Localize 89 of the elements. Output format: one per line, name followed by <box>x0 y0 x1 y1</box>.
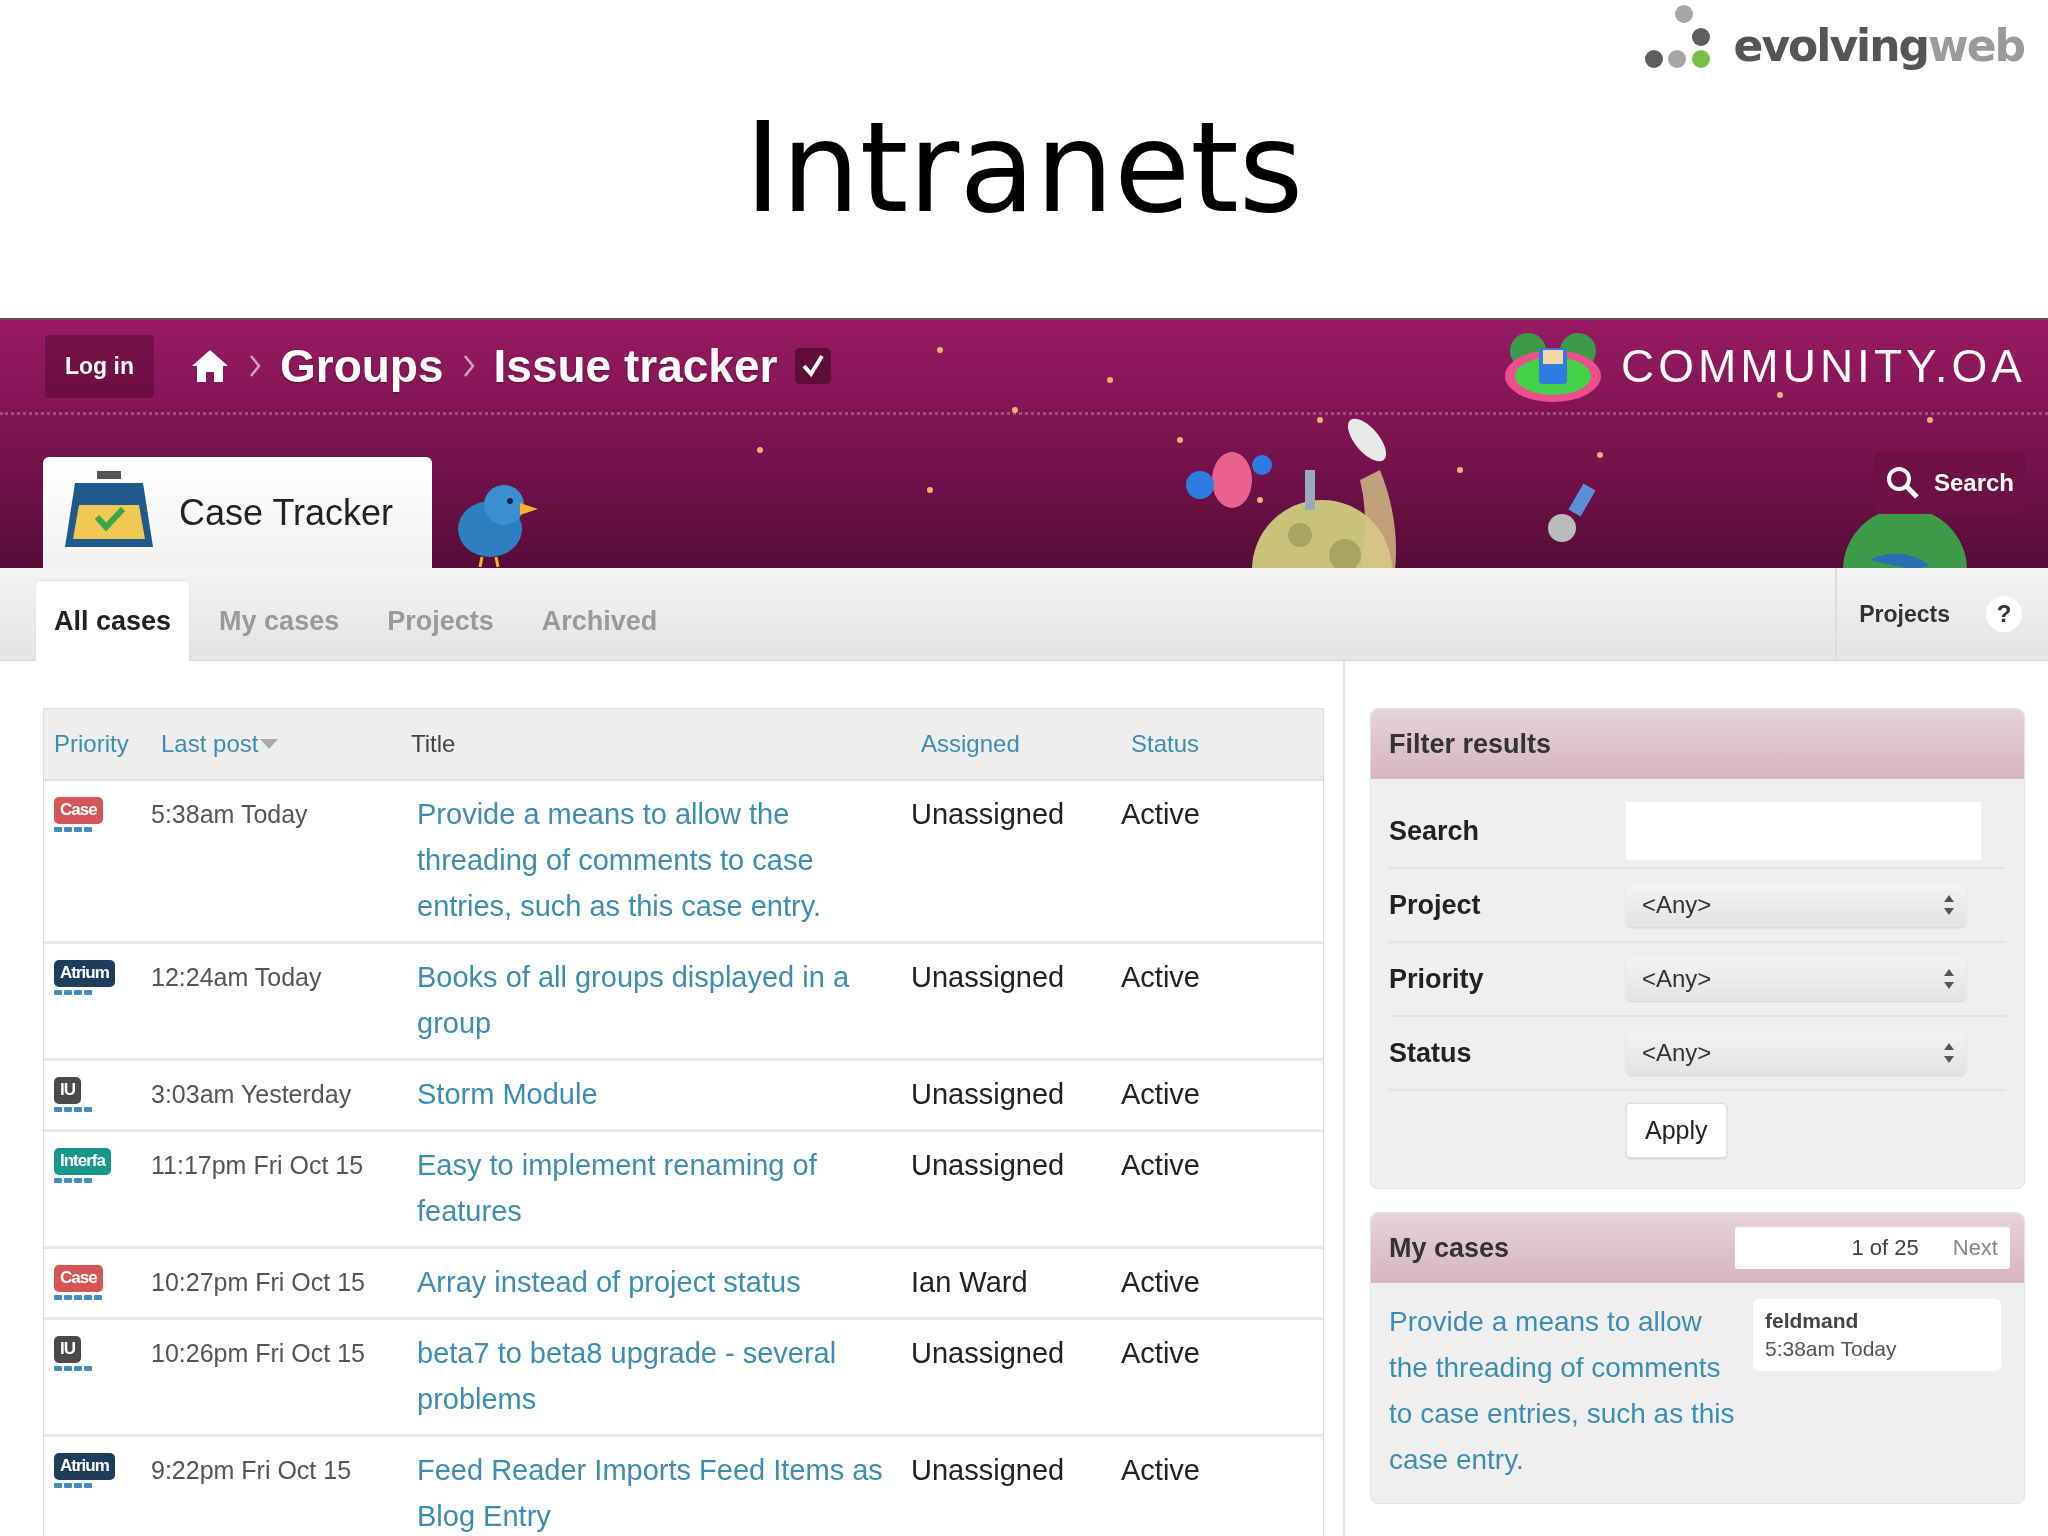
assigned-cell-text: Unassigned <box>911 1336 1066 1371</box>
column-header[interactable]: Status <box>1121 730 1323 758</box>
slide-title: Intranets <box>743 100 1305 237</box>
apply-button[interactable]: Apply <box>1626 1103 1727 1158</box>
user-name: feldmand <box>1765 1309 1860 1333</box>
assigned-cell-text: Unassigned <box>911 1453 1066 1488</box>
field-label: Priority <box>1389 963 1485 995</box>
case-title-link[interactable]: Array instead of project status <box>401 1259 911 1305</box>
star-dot <box>927 487 933 493</box>
home-icon[interactable] <box>190 348 230 384</box>
chevron-icon <box>461 353 476 379</box>
satellite-drawing <box>1548 483 1596 542</box>
assigned-cell-text: Ian Ward <box>911 1265 1029 1300</box>
chevron-icon <box>248 353 262 379</box>
star-dot <box>1457 467 1463 473</box>
case-title-link[interactable]: Storm Module <box>401 1071 911 1117</box>
status-cell-text: Active <box>1121 1077 1201 1112</box>
select-dropdown[interactable]: <Any> <box>1626 957 1966 1001</box>
column-header[interactable]: Assigned <box>911 730 1121 758</box>
projects-link[interactable]: Projects <box>1859 600 1950 628</box>
last-post-time: 5:38am Today <box>151 799 309 830</box>
last-post-time: 9:22pm Fri Oct 15 <box>151 1455 353 1486</box>
status-cell-text: Active <box>1121 1265 1201 1300</box>
status-cell-text: Active <box>1121 1148 1201 1183</box>
logo-text: evolvingweb <box>1733 24 2024 70</box>
case-title-link[interactable]: beta7 to beta8 upgrade - several problems <box>401 1330 911 1422</box>
case-title-link[interactable]: Feed Reader Imports Feed Items as Blog Entry <box>401 1447 911 1536</box>
star-dot <box>757 447 763 453</box>
page-count: 1 of 25 <box>1851 1235 1919 1261</box>
next-link[interactable]: Next <box>1952 1235 1998 1261</box>
project-tag: Atrium <box>54 960 115 987</box>
field-label: Status <box>1389 1037 1473 1069</box>
help-button[interactable]: ? <box>1986 596 2022 632</box>
app-tab-label: Case Tracker <box>179 492 394 534</box>
project-tag: IU <box>54 1077 81 1104</box>
project-tag: Case <box>54 1265 103 1292</box>
project-tag: IU <box>54 1336 81 1363</box>
last-post-time: 10:26pm Fri Oct 15 <box>151 1338 366 1369</box>
star-dot <box>1317 417 1323 423</box>
star-dot <box>1597 452 1603 458</box>
status-cell-text: Active <box>1121 797 1201 832</box>
star-dot <box>1012 407 1018 413</box>
site-name[interactable]: COMMUNITY.OA <box>1621 339 2026 393</box>
star-dot <box>1107 377 1113 383</box>
checkmark-icon[interactable] <box>795 348 832 384</box>
app-tab[interactable]: Case Tracker <box>43 457 432 568</box>
star-dot <box>1257 497 1263 503</box>
sort-arrow-icon <box>260 739 279 749</box>
assigned-cell-text: Unassigned <box>911 1077 1066 1112</box>
project-tag: Case <box>54 797 103 824</box>
search-icon <box>1885 466 1920 500</box>
column-header[interactable]: Title <box>401 730 911 758</box>
assigned-cell-text: Unassigned <box>911 797 1066 832</box>
panel-title: My cases <box>1389 1232 1510 1264</box>
column-header[interactable]: Priority <box>44 730 151 758</box>
select-dropdown[interactable]: <Any> <box>1626 1031 1966 1075</box>
star-dot <box>1927 417 1933 423</box>
case-title-link[interactable]: Provide a means to allow the threading of comments to case entries, such as this case entry. <box>1389 1299 1739 1483</box>
case-title-link[interactable]: Easy to implement renaming of features <box>401 1142 911 1234</box>
field-label: Search <box>1389 815 1481 847</box>
field-label: Project <box>1389 889 1482 921</box>
case-title-link[interactable]: Provide a means to allow the threading of comments to case entries, such as this case entry. <box>401 791 911 929</box>
column-header[interactable]: Last post <box>151 730 401 758</box>
post-time: 5:38am Today <box>1765 1337 1898 1361</box>
tab[interactable]: Projects <box>369 582 512 660</box>
tab[interactable]: My cases <box>201 582 358 660</box>
breadcrumb-link[interactable]: Groups <box>280 339 444 393</box>
search-button[interactable]: Search <box>1873 452 2026 514</box>
star-dot <box>1777 392 1783 398</box>
assigned-cell-text: Unassigned <box>911 1148 1066 1183</box>
star-dot <box>937 347 943 353</box>
tab[interactable]: Archived <box>523 582 676 660</box>
case-title-link[interactable]: Books of all groups displayed in a group <box>401 954 911 1046</box>
status-cell-text: Active <box>1121 1336 1201 1371</box>
status-cell-text: Active <box>1121 960 1201 995</box>
last-post-time: 12:24am Today <box>151 962 323 993</box>
project-tag: Interfa <box>54 1148 111 1175</box>
assigned-cell-text: Unassigned <box>911 960 1066 995</box>
tab[interactable]: All cases <box>36 581 190 661</box>
login-button[interactable]: Log in <box>45 334 154 398</box>
project-tag: Atrium <box>54 1453 115 1480</box>
status-cell-text: Active <box>1121 1453 1201 1488</box>
last-post-time: 10:27pm Fri Oct 15 <box>151 1267 366 1298</box>
panel-title: Filter results <box>1389 728 1552 760</box>
breadcrumb-link[interactable]: Issue tracker <box>493 339 778 393</box>
star-dot <box>1177 437 1183 443</box>
last-post-time: 11:17pm Fri Oct 15 <box>151 1150 365 1181</box>
select-dropdown[interactable]: <Any> <box>1626 883 1966 927</box>
last-post-time: 3:03am Yesterday <box>151 1079 353 1110</box>
